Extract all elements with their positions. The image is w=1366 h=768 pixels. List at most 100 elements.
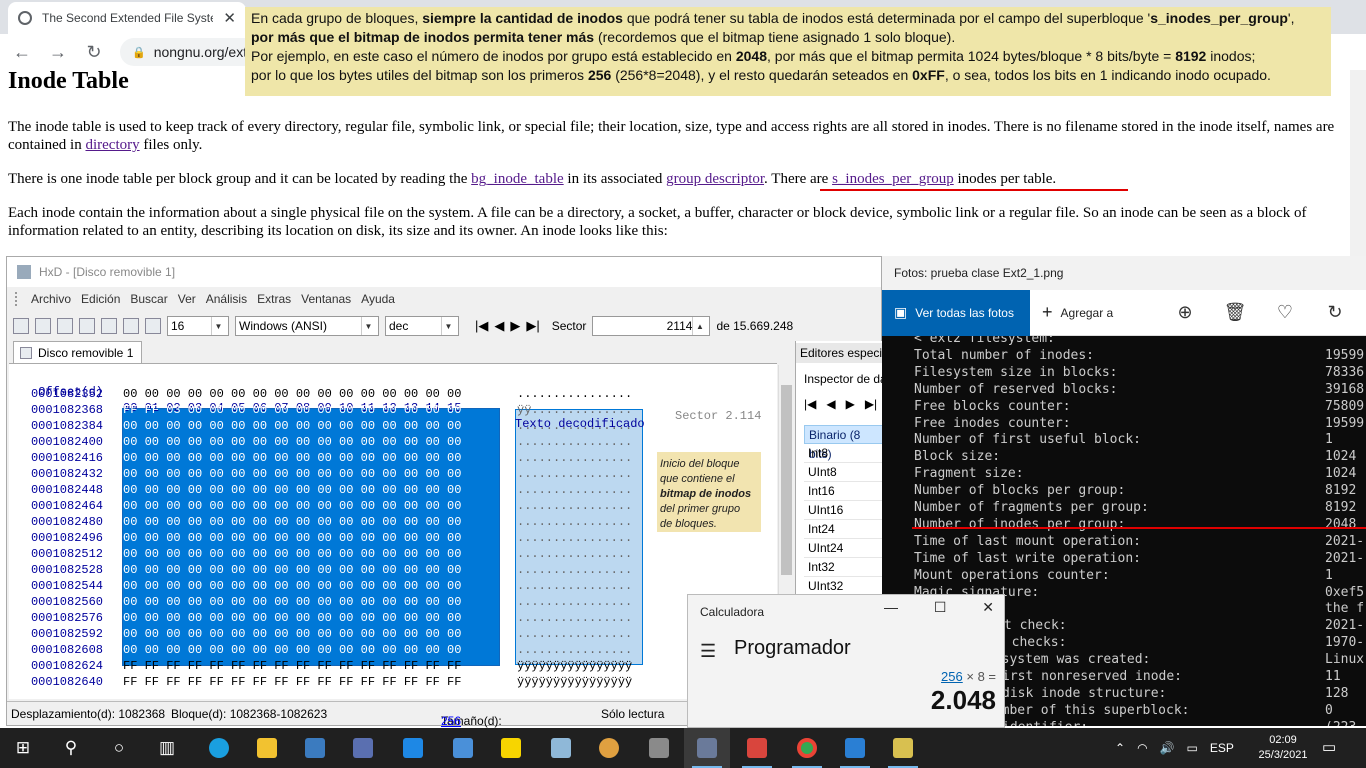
next-sector-icon[interactable]: ▶ <box>510 318 520 334</box>
reload-button[interactable]: ↻ <box>84 42 104 63</box>
next-icon[interactable]: ▶ <box>846 397 855 411</box>
app-3[interactable] <box>292 728 338 768</box>
menu-archivo[interactable]: Archivo <box>31 292 71 306</box>
charset-select[interactable]: Windows (ANSI) ▼ <box>235 316 379 336</box>
row-offset: 0001082448 <box>30 483 103 497</box>
app-12[interactable] <box>734 728 780 768</box>
rotate-icon[interactable]: ↻ <box>1310 302 1360 323</box>
sticky-notes-app[interactable] <box>488 728 534 768</box>
see-all-photos-button[interactable]: ▣ Ver todas las fotos <box>882 289 1030 336</box>
heart-icon[interactable]: ♡ <box>1260 302 1310 323</box>
row-bytes: FF FF 03 00 00 00 00 00 00 00 00 00 00 0… <box>123 403 462 417</box>
group-descriptor-link[interactable]: group descriptor <box>666 171 764 187</box>
maximize-icon[interactable]: ☐ <box>934 599 947 616</box>
menu-analisis[interactable]: Análisis <box>206 292 247 306</box>
app-5[interactable] <box>390 728 436 768</box>
edge-app[interactable] <box>196 728 242 768</box>
menu-ayuda[interactable]: Ayuda <box>361 292 395 306</box>
page-scrollbar[interactable] <box>1350 70 1366 256</box>
photos-toolbar: ▣ Ver todas las fotos + Agregar a ⊕ 🗑 ♡ … <box>882 289 1366 336</box>
address-bar[interactable]: 🔒 nongnu.org/ext2 <box>120 38 260 66</box>
app-10[interactable] <box>636 728 682 768</box>
inspector-item[interactable]: UInt24 <box>804 539 886 558</box>
bytes-per-row-select[interactable]: 16 ▼ <box>167 316 229 336</box>
open-file-icon[interactable] <box>35 318 51 334</box>
explorer-app[interactable] <box>244 728 290 768</box>
cortana-button[interactable]: ○ <box>96 728 142 768</box>
special-editors-tab[interactable]: Editores especiales <box>796 343 886 363</box>
language-indicator[interactable]: ESP <box>1210 741 1234 755</box>
chevron-up-icon[interactable]: ⌃ <box>1115 741 1125 755</box>
zoom-icon[interactable]: ⊕ <box>1160 302 1210 323</box>
notifications-icon[interactable]: ▭ <box>1322 738 1336 756</box>
s-inodes-per-group-link[interactable]: s_inodes_per_group <box>832 171 954 187</box>
first-icon[interactable]: |◀ <box>804 397 816 411</box>
app-6[interactable] <box>440 728 486 768</box>
app-8[interactable] <box>538 728 584 768</box>
chrome-icon <box>797 738 817 758</box>
inspector-item[interactable]: Int8 <box>804 444 886 463</box>
app-4[interactable] <box>340 728 386 768</box>
inspector-item[interactable]: Int32 <box>804 558 886 577</box>
save-icon[interactable] <box>57 318 73 334</box>
last-icon[interactable]: ▶| <box>865 397 877 411</box>
inspector-item[interactable]: Binario (8 bits) <box>804 425 886 461</box>
chrome-app[interactable] <box>784 728 830 768</box>
menu-edicion[interactable]: Edición <box>81 292 120 306</box>
view-icon[interactable] <box>123 318 139 334</box>
annotation-line: bitmap de inodos <box>660 488 752 500</box>
back-button[interactable]: ← <box>12 42 32 63</box>
disk-icon[interactable] <box>101 318 117 334</box>
scroll-thumb[interactable] <box>781 385 792 575</box>
directory-link[interactable]: directory <box>85 137 139 153</box>
hxd-titlebar[interactable]: HxD - [Disco removible 1] <box>7 257 881 287</box>
sector-input[interactable]: 2114 ▲ <box>592 316 711 336</box>
wifi-icon[interactable]: ◠ <box>1137 741 1147 755</box>
last-sector-icon[interactable]: ▶| <box>526 318 539 334</box>
close-icon[interactable]: ✕ <box>982 599 994 616</box>
inspector-item[interactable]: Int16 <box>804 482 886 501</box>
annotation-line: del primer grupo <box>660 503 741 515</box>
calculator-app[interactable] <box>684 728 730 768</box>
columns-icon[interactable] <box>145 318 161 334</box>
task-view-button[interactable]: ▥ <box>144 728 190 768</box>
browser-tab[interactable]: The Second Extended File System ✕ <box>8 2 246 34</box>
menu-ver[interactable]: Ver <box>178 292 196 306</box>
menu-ventanas[interactable]: Ventanas <box>301 292 351 306</box>
volume-icon[interactable]: 🔊 <box>1160 741 1175 755</box>
start-button[interactable]: ⊞ <box>0 728 46 768</box>
photos-titlebar[interactable]: Fotos: prueba clase Ext2_1.png <box>882 256 1366 290</box>
search-button[interactable]: ⚲ <box>48 728 94 768</box>
ram-icon[interactable] <box>79 318 95 334</box>
clock[interactable]: 02:09 25/3/2021 <box>1252 733 1314 763</box>
inspector-item[interactable]: UInt8 <box>804 463 886 482</box>
hamburger-menu-icon[interactable]: ☰ <box>700 641 716 662</box>
inspector-item[interactable]: UInt16 <box>804 501 886 520</box>
prev-sector-icon[interactable]: ◀ <box>494 318 504 334</box>
bg-inode-table-link[interactable]: bg_inode_table <box>471 171 563 187</box>
close-tab-icon[interactable]: ✕ <box>223 9 236 27</box>
new-file-icon[interactable] <box>13 318 29 334</box>
menu-buscar[interactable]: Buscar <box>130 292 167 306</box>
paint-app[interactable] <box>586 728 632 768</box>
calc-expression: 256 × 8 = <box>688 669 996 684</box>
photos-app[interactable] <box>832 728 878 768</box>
row-bytes: 00 00 00 00 00 00 00 00 00 00 00 00 00 0… <box>123 531 462 545</box>
row-offset: 0001082384 <box>30 419 103 433</box>
base-select[interactable]: dec ▼ <box>385 316 459 336</box>
prev-icon[interactable]: ◀ <box>826 397 835 411</box>
hex-view[interactable]: Offset(d) 00 01 02 03 04 05 06 07 08 09 … <box>9 363 777 699</box>
trash-icon[interactable]: 🗑 <box>1210 302 1260 323</box>
menu-extras[interactable]: Extras <box>257 292 291 306</box>
battery-icon[interactable]: ▭ <box>1187 741 1198 755</box>
first-sector-icon[interactable]: |◀ <box>475 318 488 334</box>
terminal-key: < ext2 filesystem: <box>914 336 1055 346</box>
add-to-button[interactable]: + Agregar a <box>1030 302 1160 323</box>
forward-button[interactable]: → <box>48 42 68 63</box>
inspector-item[interactable]: Int24 <box>804 520 886 539</box>
row-text: ................ <box>517 467 633 481</box>
minimize-icon[interactable]: — <box>884 599 898 616</box>
doc-tab-disco-removible[interactable]: Disco removible 1 <box>13 341 143 363</box>
data-inspector-tab[interactable]: Inspector de datos <box>796 369 886 389</box>
hxd-app[interactable] <box>880 728 926 768</box>
